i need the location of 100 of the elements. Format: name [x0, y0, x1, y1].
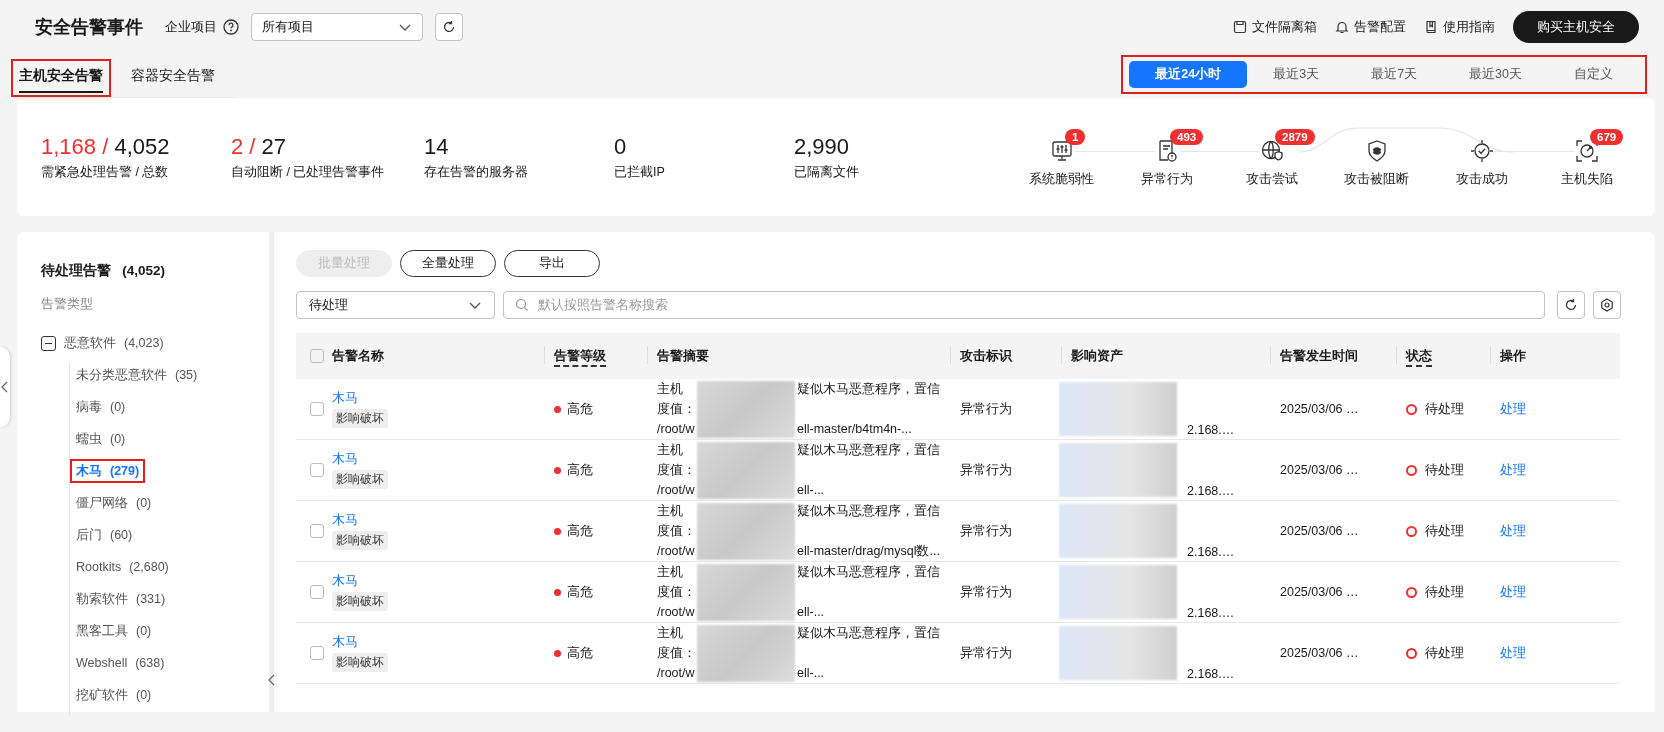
category-item[interactable]: 木马 (279): [70, 459, 146, 483]
section-title: 待处理告警 (4,052): [41, 262, 167, 280]
category-item[interactable]: 病毒 (0): [70, 395, 132, 419]
category-item[interactable]: Rootkits (2,680): [70, 555, 175, 579]
stage-label: 主机失陷: [1560, 171, 1613, 188]
severity-text: 高危: [567, 461, 593, 479]
summary-text: /root/w: [656, 604, 696, 621]
stat-value: 2 / 27: [231, 133, 288, 160]
summary-text: 疑似木马恶意程序，置信: [797, 442, 940, 459]
summary-text: 度值：: [656, 584, 697, 601]
header-link[interactable]: 文件隔离箱: [1252, 18, 1317, 36]
column-header[interactable]: 状态: [1406, 348, 1432, 367]
stat-label: 已拦截IP: [614, 163, 666, 181]
table-cell: 异常行为: [960, 584, 1012, 599]
summary-text: /root/w: [656, 543, 696, 560]
action-link[interactable]: 处理: [1500, 584, 1526, 599]
alert-link[interactable]: 木马: [332, 634, 358, 651]
category-item[interactable]: 僵尸网络 (0): [70, 491, 158, 515]
tag: 影响破坏: [332, 409, 388, 428]
table-cell: 2.168.…: [1187, 545, 1235, 559]
category-item[interactable]: 后门 (60): [70, 523, 139, 547]
table-cell: 2.168.…: [1187, 484, 1235, 498]
count-badge: 493: [1170, 129, 1204, 145]
action-link[interactable]: 处理: [1500, 401, 1526, 416]
summary-text: ell-...: [797, 482, 825, 499]
summary-text: ell-...: [797, 604, 825, 621]
column-header: 影响资产: [1071, 348, 1123, 363]
column-header: 告警发生时间: [1280, 348, 1358, 363]
severity-text: 高危: [567, 583, 593, 601]
category-item[interactable]: Webshell (638): [70, 651, 171, 675]
action-button[interactable]: 导出: [504, 250, 600, 277]
column-header: 攻击标识: [960, 348, 1012, 363]
category-item[interactable]: 蠕虫 (0): [70, 427, 132, 451]
summary-text: 度值：: [656, 401, 697, 418]
column-header: 告警名称: [332, 347, 384, 365]
header-link[interactable]: 使用指南: [1443, 18, 1495, 36]
table-cell: 2.168.…: [1187, 423, 1235, 437]
alert-link[interactable]: 木马: [332, 451, 358, 468]
column-header: 告警摘要: [657, 348, 709, 363]
tag: 影响破坏: [332, 470, 388, 489]
summary-text: ell-master/drag/mysql数...: [797, 543, 940, 560]
severity-text: 高危: [567, 400, 593, 418]
stage-label: 攻击尝试: [1245, 171, 1298, 188]
category-item[interactable]: 挖矿软件 (0): [70, 683, 158, 707]
category-item[interactable]: 恶意软件 (4,023): [35, 331, 170, 355]
alert-link[interactable]: 木马: [332, 573, 358, 590]
stat-label: 需紧急处理告警 / 总数: [41, 163, 170, 181]
section-subtitle: 告警类型: [41, 296, 94, 313]
table-cell: 异常行为: [960, 401, 1012, 416]
table-cell: 2025/03/06 …: [1280, 524, 1359, 538]
summary-text: 度值：: [656, 523, 697, 540]
action-link[interactable]: 处理: [1500, 523, 1526, 538]
table-cell: 2025/03/06 …: [1280, 585, 1359, 599]
summary-text: 度值：: [656, 462, 697, 479]
table-cell: 异常行为: [960, 523, 1012, 538]
time-range-option[interactable]: 最近3天: [1247, 61, 1346, 88]
table-cell: 2025/03/06 …: [1280, 463, 1359, 477]
summary-text: 主机: [656, 381, 684, 398]
tab[interactable]: 容器安全告警: [123, 59, 223, 97]
summary-text: 主机: [656, 503, 684, 520]
stat-value: 14: [424, 133, 450, 160]
time-range-option[interactable]: 自定义: [1548, 61, 1639, 88]
stat-value: 1,168 / 4,052: [41, 133, 171, 160]
category-item[interactable]: 勒索软件 (331): [70, 587, 172, 611]
page-title: 安全告警事件: [35, 16, 143, 39]
time-range-option[interactable]: 最近24小时: [1129, 61, 1248, 88]
action-link[interactable]: 处理: [1500, 645, 1526, 660]
time-range-option[interactable]: 最近30天: [1443, 61, 1548, 88]
summary-text: 疑似木马恶意程序，置信: [797, 381, 940, 398]
category-item[interactable]: 未分类恶意软件 (35): [70, 363, 204, 387]
status-text: 待处理: [1425, 644, 1464, 662]
buy-button[interactable]: 购买主机安全: [1513, 11, 1639, 43]
search-field[interactable]: 默认按照告警名称搜索: [503, 291, 1545, 319]
status-select[interactable]: 待处理: [296, 291, 495, 319]
stat-label: 存在告警的服务器: [424, 163, 529, 181]
stage-label: 攻击被阻断: [1344, 171, 1409, 188]
table-cell: 异常行为: [960, 645, 1012, 660]
header-link[interactable]: 告警配置: [1354, 18, 1406, 36]
count-badge: 2879: [1275, 129, 1315, 145]
count-badge: 679: [1590, 129, 1624, 145]
tab[interactable]: 主机安全告警: [11, 59, 111, 97]
summary-text: 主机: [656, 564, 684, 581]
summary-text: /root/w: [656, 421, 696, 438]
alert-link[interactable]: 木马: [332, 390, 358, 407]
count-badge: 1: [1065, 129, 1086, 145]
summary-text: 疑似木马恶意程序，置信: [797, 625, 940, 642]
table-cell: 2025/03/06 …: [1280, 402, 1359, 416]
action-button[interactable]: 全量处理: [400, 250, 496, 277]
status-text: 待处理: [1425, 583, 1464, 601]
tag: 影响破坏: [332, 592, 388, 611]
table-cell: 异常行为: [960, 462, 1012, 477]
summary-text: 主机: [656, 625, 684, 642]
summary-text: 度值：: [656, 645, 697, 662]
category-item[interactable]: 黑客工具 (0): [70, 619, 158, 643]
summary-text: /root/w: [656, 482, 696, 499]
alert-link[interactable]: 木马: [332, 512, 358, 529]
time-range-option[interactable]: 最近7天: [1345, 61, 1444, 88]
summary-text: /root/w: [656, 665, 696, 682]
action-link[interactable]: 处理: [1500, 462, 1526, 477]
project-select[interactable]: 所有项目: [251, 13, 423, 41]
